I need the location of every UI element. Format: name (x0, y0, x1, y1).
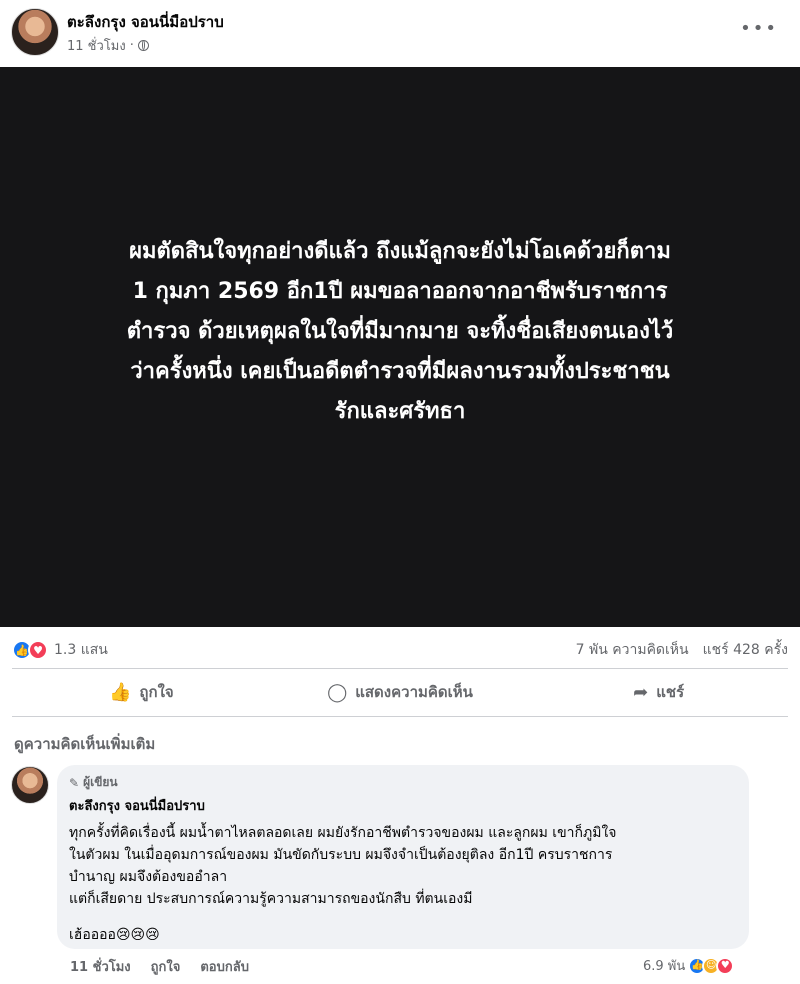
image-text-line: ตำรวจ ด้วยเหตุผลในใจที่มีมากมาย จะทิ้งชื… (126, 319, 674, 344)
comment-count[interactable]: 7 พัน ความคิดเห็น (576, 639, 689, 661)
meta-dot: · (129, 38, 134, 53)
divider (12, 668, 788, 669)
love-reaction-icon: ♥ (28, 640, 48, 660)
post-image[interactable]: ผมตัดสินใจทุกอย่างดีแล้ว ถึงแม้ลูกจะยังไ… (0, 67, 800, 627)
divider (12, 716, 788, 717)
post-header: ตะลึงกรุง จอนนี่มือปราบ 11 ชั่วโมง · ••• (0, 0, 800, 66)
like-button[interactable]: 👍 ถูกใจ (12, 670, 271, 714)
image-text-line: ผมตัดสินใจทุกอย่างดีแล้ว ถึงแม้ลูกจะยังไ… (129, 239, 671, 264)
comment-actions: 11 ชั่วโมง ถูกใจ ตอบกลับ (70, 956, 249, 977)
image-text-line: รักและศรัทธา (334, 399, 466, 424)
post-actions: 👍 ถูกใจ ◯ แสดงความคิดเห็น ➦ แชร์ (12, 670, 788, 714)
globe-icon (137, 40, 149, 51)
comment-bubble: ✎ ผู้เขียน ตะลึงกรุง จอนนี่มือปราบ ทุกคร… (57, 765, 749, 949)
post-time[interactable]: 11 ชั่วโมง (67, 35, 126, 56)
comment-reaction-count: 6.9 พัน (643, 959, 686, 974)
comment-time[interactable]: 11 ชั่วโมง (70, 956, 131, 977)
comment-reactions[interactable]: 6.9 พัน 👍 ☺ ♥ (643, 955, 735, 976)
pencil-icon: ✎ (69, 775, 80, 790)
share-count[interactable]: แชร์ 428 ครั้ง (703, 639, 788, 661)
comment-author-name[interactable]: ตะลึงกรุง จอนนี่มือปราบ (69, 795, 737, 816)
share-button[interactable]: ➦ แชร์ (529, 670, 788, 714)
image-text-line: 1 กุมภา 2569 อีก1ปี ผมขอลาออกจากอาชีพรับ… (132, 279, 668, 304)
more-options-icon[interactable]: ••• (740, 18, 778, 39)
thumbs-up-icon: 👍 (108, 681, 132, 703)
comment-line: เฮ้ออออ😢😢😢 (69, 927, 160, 943)
author-badge: ✎ ผู้เขียน (69, 773, 737, 792)
reaction-count[interactable]: 1.3 แสน (54, 639, 108, 661)
image-text-line: ว่าครั้งหนึ่ง เคยเป็นอดีตตำรวจที่มีผลงาน… (130, 359, 670, 384)
comment-reply-button[interactable]: ตอบกลับ (200, 956, 249, 977)
post-meta: 11 ชั่วโมง · (67, 35, 149, 56)
view-more-comments-link[interactable]: ดูความคิดเห็นเพิ่มเติม (14, 732, 155, 756)
share-arrow-icon: ➦ (633, 681, 649, 703)
comment-body: ทุกครั้งที่คิดเรื่องนี้ ผมน้ำตาไหลตลอดเล… (69, 822, 737, 946)
reaction-icons[interactable]: 👍 ♥ (12, 640, 48, 660)
post-stats: 👍 ♥ 1.3 แสน 7 พัน ความคิดเห็น แชร์ 428 ค… (12, 636, 788, 664)
comment-like-button[interactable]: ถูกใจ (151, 956, 181, 977)
comment-line: แต่ก็เสียดาย ประสบการณ์ความรู้ความสามารถ… (69, 891, 473, 907)
like-label: ถูกใจ (139, 683, 174, 701)
author-badge-label: ผู้เขียน (83, 775, 118, 789)
comment-bubble-icon: ◯ (327, 681, 348, 703)
love-reaction-icon: ♥ (716, 956, 735, 975)
author-avatar[interactable] (11, 8, 59, 56)
post-author-name[interactable]: ตะลึงกรุง จอนนี่มือปราบ (67, 10, 224, 34)
comment-line: บำนาญ ผมจึงต้องขออำลา (69, 869, 228, 885)
post-image-text: ผมตัดสินใจทุกอย่างดีแล้ว ถึงแม้ลูกจะยังไ… (20, 232, 780, 432)
comment-label: แสดงความคิดเห็น (355, 683, 473, 701)
comment-line: ทุกครั้งที่คิดเรื่องนี้ ผมน้ำตาไหลตลอดเล… (69, 825, 617, 841)
commenter-avatar[interactable] (11, 766, 49, 804)
comment-button[interactable]: ◯ แสดงความคิดเห็น (271, 670, 530, 714)
share-label: แชร์ (656, 683, 685, 701)
comment-line: ในตัวผม ในเมื่ออุดมการณ์ของผม มันขัดกับร… (69, 847, 613, 863)
